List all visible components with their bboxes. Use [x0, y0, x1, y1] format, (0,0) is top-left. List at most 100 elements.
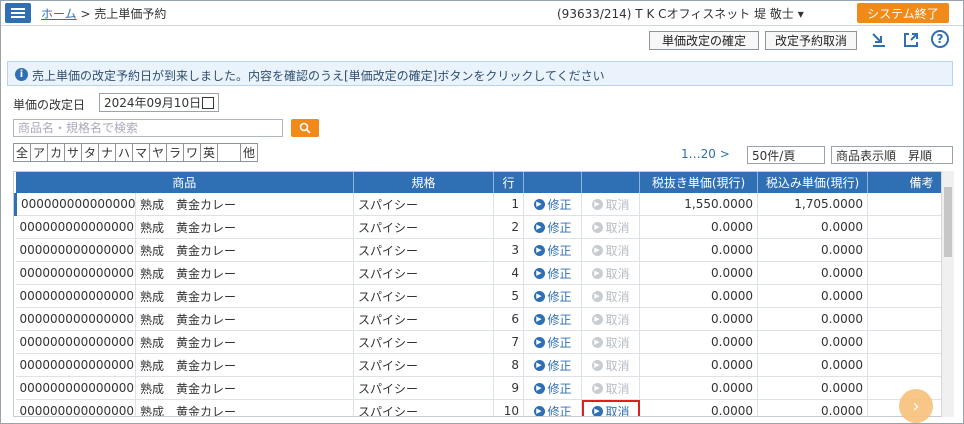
next-chevron-icon[interactable]: ›	[899, 389, 933, 423]
price-in-tax-cell: 0.0000	[757, 284, 869, 308]
price-in-tax-cell: 0.0000	[757, 399, 869, 416]
kana-filter-all[interactable]: 全	[13, 143, 31, 162]
sort-select[interactable]: 商品表示順 昇順	[831, 146, 953, 164]
edit-label: 修正	[547, 358, 572, 373]
system-exit-button[interactable]: システム終了	[857, 3, 949, 23]
price-ex-tax-cell: 0.0000	[639, 399, 759, 416]
confirm-revision-button[interactable]: 単価改定の確定	[649, 31, 759, 50]
kana-filter-ka[interactable]: カ	[47, 143, 65, 162]
kana-filter-a[interactable]: ア	[30, 143, 48, 162]
spec-cell: スパイシー	[353, 238, 495, 262]
kana-filter-ma[interactable]: マ	[132, 143, 150, 162]
edit-button[interactable]: ▶ 修正	[533, 242, 572, 259]
cancel-row-button[interactable]: ▶ 取消	[591, 311, 630, 328]
cancel-row-button[interactable]: ▶ 取消	[591, 265, 630, 282]
kana-filter-wa[interactable]: ワ	[183, 143, 201, 162]
cancel-reservation-button[interactable]: 改定予約取消	[765, 31, 857, 50]
search-icon[interactable]	[291, 119, 319, 137]
col-header-product[interactable]: 商品	[15, 172, 355, 193]
table-row[interactable]: 0000000000000001 熟成 黄金カレー スパイシー 4 ▶ 修正 ▶ 取消 0.00…	[15, 261, 942, 285]
edit-button[interactable]: ▶ 修正	[533, 334, 572, 351]
edit-cell: ▶ 修正	[523, 284, 583, 308]
kana-filter-ra[interactable]: ラ	[166, 143, 184, 162]
play-icon: ▶	[591, 359, 603, 371]
breadcrumb-home-link[interactable]: ホーム	[41, 7, 77, 21]
col-header-spec[interactable]: 規格	[353, 172, 495, 193]
edit-button[interactable]: ▶ 修正	[533, 403, 572, 416]
cancel-label: 取消	[605, 243, 630, 258]
cancel-row-button[interactable]: ▶ 取消	[591, 242, 630, 259]
table-row[interactable]: 0000000000000001 熟成 黄金カレー スパイシー 2 ▶ 修正 ▶ 取消 0.00…	[15, 215, 942, 239]
external-link-icon[interactable]	[901, 30, 921, 50]
kana-filter-other[interactable]: 他	[240, 143, 258, 162]
table-row[interactable]: 0000000000000001 熟成 黄金カレー スパイシー 7 ▶ 修正 ▶ 取消 0.00…	[15, 330, 942, 354]
cancel-row-button[interactable]: ▶ 取消	[591, 380, 630, 397]
edit-button[interactable]: ▶ 修正	[533, 380, 572, 397]
import-icon[interactable]	[869, 30, 889, 50]
kana-filter-blank[interactable]	[217, 143, 241, 162]
cancel-row-button[interactable]: ▶ 取消	[591, 357, 630, 374]
table-row[interactable]: 0000000000000001 熟成 黄金カレー スパイシー 5 ▶ 修正 ▶ 取消 0.00…	[15, 284, 942, 308]
col-header-remarks[interactable]: 備考	[867, 172, 942, 193]
kana-filter-eng[interactable]: 英	[200, 143, 218, 162]
kana-filter-na[interactable]: ナ	[98, 143, 116, 162]
kana-filter-sa[interactable]: サ	[64, 143, 82, 162]
play-icon: ▶	[533, 244, 545, 256]
col-header-line[interactable]: 行	[493, 172, 525, 193]
cancel-row-button[interactable]: ▶ 取消	[591, 288, 630, 305]
price-ex-tax-cell: 0.0000	[639, 215, 759, 239]
kana-filter-ta[interactable]: タ	[81, 143, 99, 162]
hamburger-menu-icon[interactable]	[5, 3, 31, 23]
table-row[interactable]: 0000000000000001 熟成 黄金カレー スパイシー 10 ▶ 修正 ▶ 取消 0.0…	[15, 399, 942, 416]
play-icon: ▶	[533, 267, 545, 279]
line-number-cell: 6	[493, 307, 525, 331]
table-row[interactable]: 0000000000000001 熟成 黄金カレー スパイシー 9 ▶ 修正 ▶ 取消 0.00…	[15, 376, 942, 400]
cancel-row-button[interactable]: ▶ 取消	[591, 403, 630, 416]
cancel-row-button[interactable]: ▶ 取消	[591, 334, 630, 351]
revision-date-field[interactable]: 2024年09月10日	[99, 93, 219, 112]
line-number-cell: 4	[493, 261, 525, 285]
play-icon: ▶	[591, 244, 603, 256]
edit-button[interactable]: ▶ 修正	[533, 265, 572, 282]
play-icon: ▶	[533, 221, 545, 233]
search-input[interactable]: 商品名・規格名で検索	[13, 119, 283, 137]
col-header-price-ex-tax[interactable]: 税抜き単価(現行)	[639, 172, 759, 193]
table-row[interactable]: 0000000000000001 熟成 黄金カレー スパイシー 1 ▶ 修正 ▶ 取消 1,55…	[14, 193, 942, 216]
edit-button[interactable]: ▶ 修正	[533, 196, 572, 213]
play-icon: ▶	[591, 313, 603, 325]
cancel-row-button[interactable]: ▶ 取消	[591, 219, 630, 236]
cancel-cell: ▶ 取消	[581, 399, 641, 416]
line-number-cell: 10	[493, 399, 525, 416]
edit-button[interactable]: ▶ 修正	[533, 357, 572, 374]
table-row[interactable]: 0000000000000001 熟成 黄金カレー スパイシー 6 ▶ 修正 ▶ 取消 0.00…	[15, 307, 942, 331]
edit-button[interactable]: ▶ 修正	[533, 311, 572, 328]
product-code-cell: 0000000000000001	[15, 330, 136, 354]
help-icon[interactable]: ?	[931, 30, 949, 48]
spec-cell: スパイシー	[353, 353, 495, 377]
edit-button[interactable]: ▶ 修正	[533, 219, 572, 236]
pagination[interactable]: 1…20 >	[681, 147, 730, 161]
edit-button[interactable]: ▶ 修正	[533, 288, 572, 305]
user-menu[interactable]: (93633/214) T K Cオフィスネット 堤 敬士 ▾	[557, 5, 804, 22]
calendar-icon[interactable]	[202, 97, 214, 109]
cancel-cell: ▶ 取消	[581, 307, 641, 331]
scrollbar-thumb[interactable]	[944, 187, 952, 257]
table-row[interactable]: 0000000000000001 熟成 黄金カレー スパイシー 8 ▶ 修正 ▶ 取消 0.00…	[15, 353, 942, 377]
price-in-tax-cell: 0.0000	[757, 376, 869, 400]
play-icon: ▶	[533, 405, 545, 416]
kana-filter-ya[interactable]: ヤ	[149, 143, 167, 162]
line-number-cell: 1	[493, 193, 525, 216]
kana-filter-ha[interactable]: ハ	[115, 143, 133, 162]
edit-cell: ▶ 修正	[523, 238, 583, 262]
remarks-cell	[867, 238, 942, 262]
price-ex-tax-cell: 0.0000	[639, 330, 759, 354]
table-scrollbar[interactable]	[941, 171, 954, 417]
edit-label: 修正	[547, 312, 572, 327]
cancel-row-button[interactable]: ▶ 取消	[591, 196, 630, 213]
table-row[interactable]: 0000000000000001 熟成 黄金カレー スパイシー 3 ▶ 修正 ▶ 取消 0.00…	[15, 238, 942, 262]
product-code-cell: 0000000000000001	[15, 376, 136, 400]
edit-cell: ▶ 修正	[523, 261, 583, 285]
col-header-price-in-tax[interactable]: 税込み単価(現行)	[757, 172, 869, 193]
cancel-cell: ▶ 取消	[581, 261, 641, 285]
per-page-select[interactable]: 50件/頁	[747, 146, 825, 164]
